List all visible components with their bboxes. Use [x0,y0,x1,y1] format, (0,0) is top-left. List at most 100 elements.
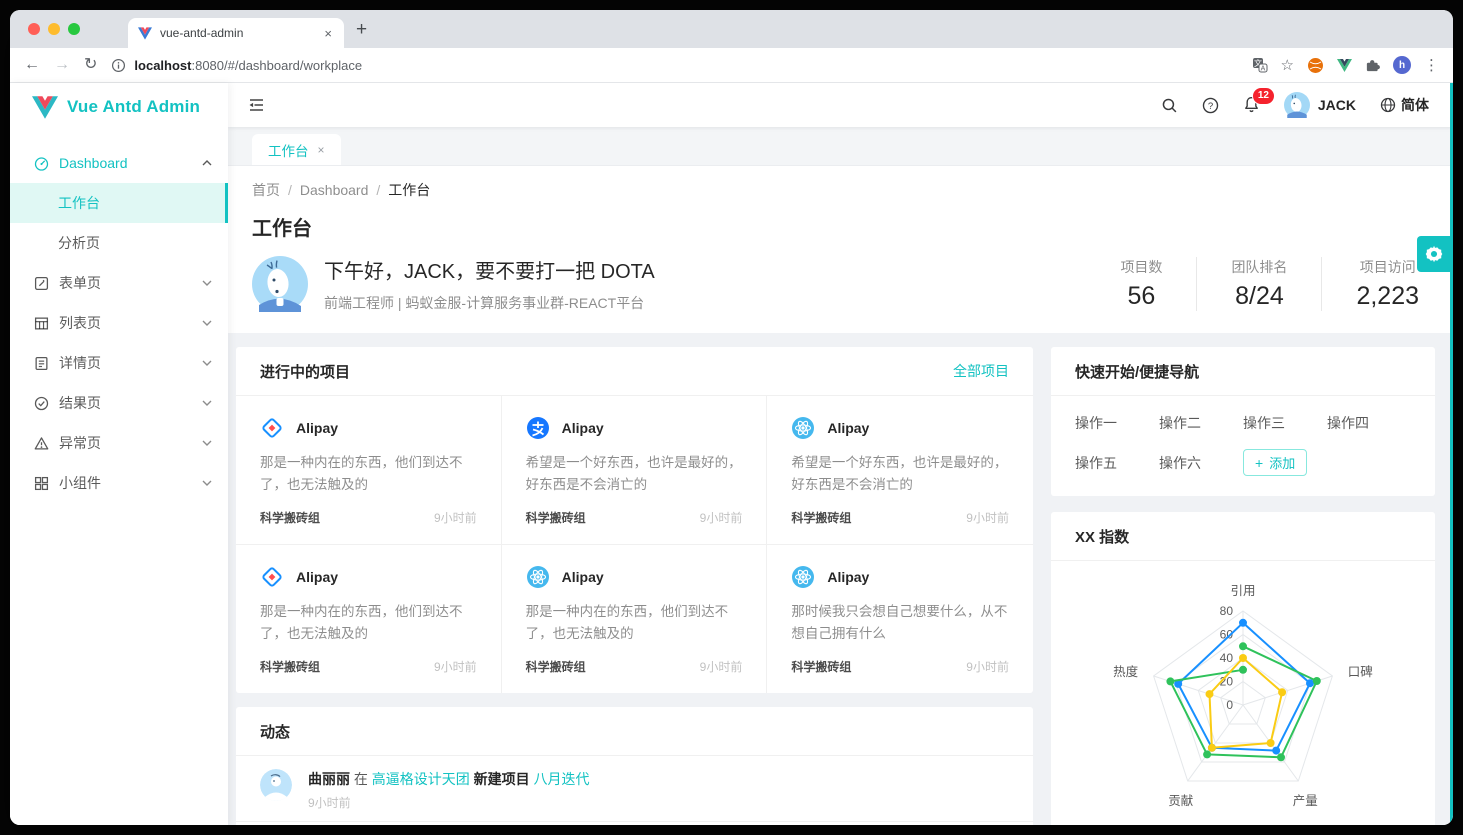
sidebar-item-exception[interactable]: 异常页 [10,423,228,463]
sidebar-item-workplace[interactable]: 工作台 [10,183,228,223]
projects-card-title: 进行中的项目 [260,361,350,382]
extension-vue-icon[interactable] [1337,59,1352,72]
browser-window: vue-antd-admin × + ← → ↻ localhost:8080/… [10,10,1453,825]
form-icon [34,276,49,291]
project-time: 9小时前 [434,658,477,675]
check-circle-icon [34,396,49,411]
menu-fold-icon[interactable] [228,97,285,113]
project-card[interactable]: Alipay 那是一种内在的东西，他们到达不了，也无法触及的 科学搬砖组 9小时… [502,545,768,693]
sidebar-item-dashboard[interactable]: Dashboard [10,143,228,183]
project-group[interactable]: 科学搬砖组 [791,658,851,675]
activity-card-title: 动态 [260,721,290,742]
search-icon[interactable] [1161,97,1178,114]
close-tab-icon[interactable]: × [318,143,325,157]
user-menu[interactable]: JACK [1284,92,1356,118]
bookmark-star-icon[interactable]: ☆ [1281,56,1294,74]
deer-avatar [252,256,308,312]
notifications-bell[interactable]: 12 [1243,96,1260,114]
reload-icon[interactable]: ↻ [84,57,97,73]
svg-text:40: 40 [1220,651,1234,665]
project-card[interactable]: Alipay 希望是一个好东西，也许是最好的，好东西是不会消亡的 科学搬砖组 9… [767,396,1033,545]
radar-chart: 020406080引用口碑产量贡献热度 abc [1051,561,1435,825]
sidebar-item-detail[interactable]: 详情页 [10,343,228,383]
browser-profile-avatar[interactable]: h [1393,56,1411,74]
language-switcher[interactable]: 简体 [1380,95,1429,115]
activity-group-link[interactable]: 高逼格设计天团 [372,771,470,787]
projects-card: 进行中的项目 全部项目 Alipay [236,347,1033,693]
maximize-window-button[interactable] [68,23,80,35]
forward-icon[interactable]: → [54,57,70,73]
site-info-icon[interactable] [111,58,126,73]
vue-logo-icon [32,96,58,119]
chevron-down-icon [202,320,212,326]
sidebar: Vue Antd Admin Dashboard 工作台 分析页 [10,83,228,825]
minimize-window-button[interactable] [48,23,60,35]
quick-link-6[interactable]: 操作六 [1159,453,1243,473]
app-logo[interactable]: Vue Antd Admin [10,83,228,131]
project-name: Alipay [296,569,338,585]
app-logo-text: Vue Antd Admin [67,97,200,117]
project-card[interactable]: Alipay 那是一种内在的东西，他们到达不了，也无法触及的 科学搬砖组 9小时… [236,545,502,693]
url-field[interactable]: localhost:8080/#/dashboard/workplace [111,58,1237,73]
extension-orange-icon[interactable] [1307,57,1324,74]
sidebar-item-list[interactable]: 列表页 [10,303,228,343]
quick-link-3[interactable]: 操作三 [1243,413,1327,433]
add-button[interactable]: + 添加 [1243,449,1307,476]
all-projects-link[interactable]: 全部项目 [953,361,1009,381]
settings-gear-button[interactable] [1417,236,1450,272]
svg-text:口碑: 口碑 [1348,664,1373,679]
activity-card: 动态 曲丽丽 在 [236,707,1033,825]
project-group[interactable]: 科学搬砖组 [526,658,586,675]
chevron-up-icon [202,160,212,166]
back-icon[interactable]: ← [24,57,40,73]
sidebar-item-widgets[interactable]: 小组件 [10,463,228,503]
project-group[interactable]: 科学搬砖组 [260,509,320,526]
radar-card-title: XX 指数 [1075,526,1129,547]
quick-nav-links: 操作一 操作二 操作三 操作四 操作五 操作六 + 添加 [1051,396,1435,496]
activity-list: 曲丽丽 在 高逼格设计天团 新建项目 八月迭代 9小时前 [236,756,1033,825]
new-tab-button[interactable]: + [356,20,367,39]
quick-link-2[interactable]: 操作二 [1159,413,1243,433]
project-group[interactable]: 科学搬砖组 [791,509,851,526]
sidebar-item-label: 详情页 [59,353,101,373]
sidebar-item-label: 工作台 [58,193,100,213]
svg-text:0: 0 [1226,698,1233,712]
breadcrumb-dashboard[interactable]: Dashboard [300,182,388,198]
activity-user[interactable]: 曲丽丽 [308,771,350,787]
close-tab-icon[interactable]: × [322,26,334,41]
sidebar-item-analysis[interactable]: 分析页 [10,223,228,263]
help-icon[interactable]: ? [1202,97,1219,114]
greeting-section: 下午好，JACK，要不要打一把 DOTA 前端工程师 | 蚂蚁金服-计算服务事业… [252,255,1429,333]
project-card[interactable]: Alipay 那是一种内在的东西，他们到达不了，也无法触及的 科学搬砖组 9小时… [236,396,502,545]
react-icon [526,565,550,589]
close-window-button[interactable] [28,23,40,35]
project-card[interactable]: Alipay 那时候我只会想自己想要什么，从不想自己拥有什么 科学搬砖组 9小时… [767,545,1033,693]
gear-icon [1425,245,1443,263]
project-name: Alipay [562,569,604,585]
browser-menu-icon[interactable]: ⋮ [1424,56,1439,74]
stat-label: 项目数 [1120,257,1162,277]
activity-target-link[interactable]: 八月迭代 [534,771,590,787]
extensions-puzzle-icon[interactable] [1365,58,1380,73]
stat-projects: 项目数 56 [1086,257,1196,311]
sidebar-item-form[interactable]: 表单页 [10,263,228,303]
activity-time: 9小时前 [308,794,590,811]
greeting-subtitle: 前端工程师 | 蚂蚁金服-计算服务事业群-REACT平台 [324,293,655,313]
plus-icon: + [1255,456,1263,470]
project-group[interactable]: 科学搬砖组 [526,509,586,526]
radar-svg: 020406080引用口碑产量贡献热度 [1051,573,1435,825]
translate-icon[interactable]: 文A [1252,57,1268,73]
browser-tab[interactable]: vue-antd-admin × [128,18,344,48]
activity-text: 曲丽丽 在 高逼格设计天团 新建项目 八月迭代 [308,769,590,790]
notification-badge: 12 [1252,87,1275,105]
quick-link-1[interactable]: 操作一 [1075,413,1159,433]
quick-link-4[interactable]: 操作四 [1327,413,1411,433]
language-label: 简体 [1401,95,1429,115]
project-card[interactable]: Alipay 希望是一个好东西，也许是最好的，好东西是不会消亡的 科学搬砖组 9… [502,396,768,545]
project-group[interactable]: 科学搬砖组 [260,658,320,675]
breadcrumb-home[interactable]: 首页 [252,180,300,200]
sidebar-item-result[interactable]: 结果页 [10,383,228,423]
chevron-down-icon [202,280,212,286]
quick-link-5[interactable]: 操作五 [1075,453,1159,473]
page-tab-workplace[interactable]: 工作台 × [252,134,341,165]
